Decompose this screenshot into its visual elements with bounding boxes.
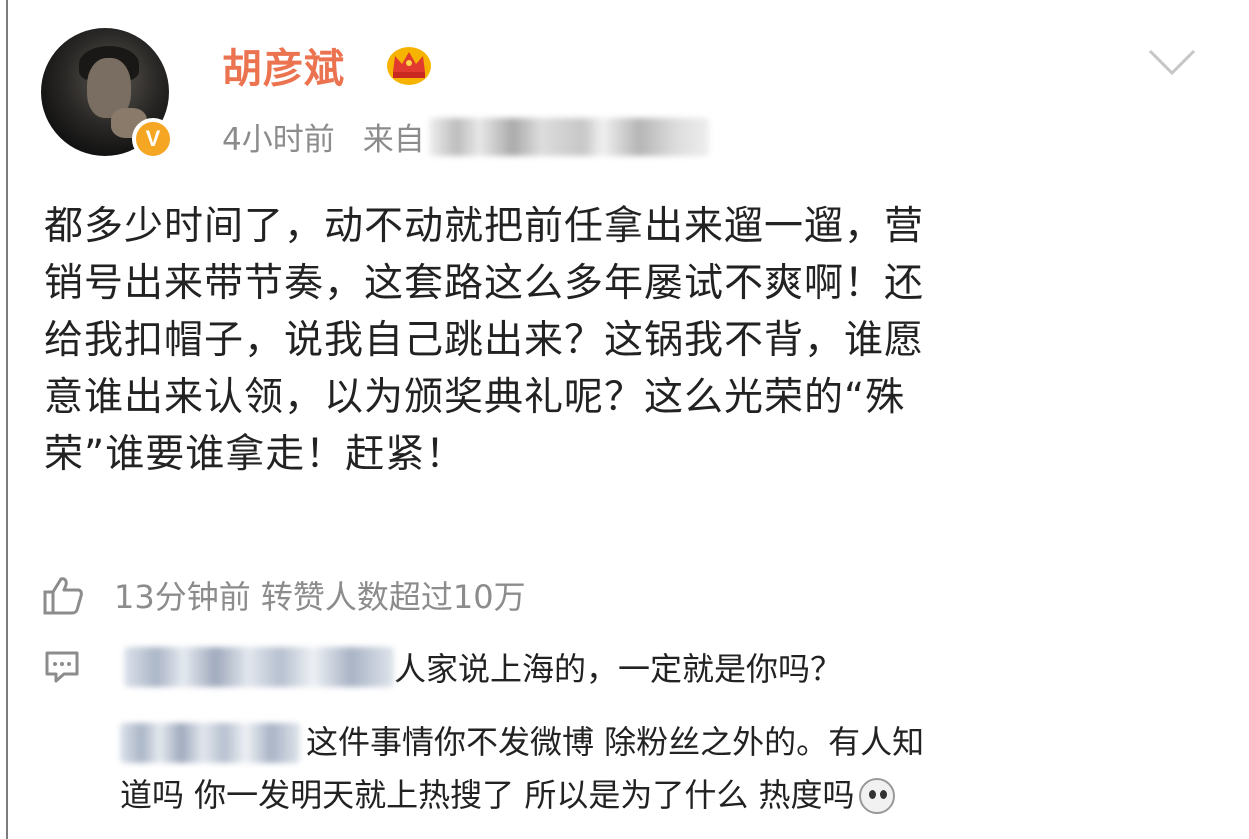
left-frame-line xyxy=(6,0,8,839)
post-line: 荣”谁要谁拿走！赶紧！ xyxy=(44,432,466,477)
post-meta: 4小时前 来自 xyxy=(222,114,709,159)
comment-text: 这件事情你不发微博 除粉丝之外的。有人知 xyxy=(306,723,925,761)
post-body: 都多少时间了，动不动就把前任拿出来遛一遛，营 销号出来带节奏，这套路这么多年屡试… xyxy=(44,198,1194,483)
post-line: 都多少时间了，动不动就把前任拿出来遛一遛，营 xyxy=(44,204,925,249)
comment-text: 人家说上海的，一定就是你吗？ xyxy=(394,650,843,688)
commenter-name-blurred xyxy=(120,722,300,763)
username[interactable]: 胡彦斌 xyxy=(222,36,345,94)
like-row: 13分钟前 转赞人数超过10万 xyxy=(42,572,526,618)
post-line: 意谁出来认领，以为颁奖典礼呢？这么光荣的“殊 xyxy=(44,375,906,420)
thumbs-up-icon[interactable] xyxy=(42,575,84,615)
verified-badge-icon: V xyxy=(132,118,174,160)
comment-icon[interactable] xyxy=(44,650,80,684)
like-status-text: 13分钟前 转赞人数超过10万 xyxy=(114,578,526,616)
post-source-blurred xyxy=(428,117,709,156)
post-line: 给我扣帽子，说我自己跳出来？这锅我不背，谁愿 xyxy=(44,318,925,363)
post-source-label: 来自 xyxy=(362,122,425,158)
crown-icon xyxy=(387,47,431,85)
post-line: 销号出来带节奏，这套路这么多年屡试不爽啊！还 xyxy=(44,261,925,306)
commenter-name-blurred xyxy=(124,647,394,687)
post-time: 4小时前 xyxy=(222,122,335,158)
comment-item: 人家说上海的，一定就是你吗？ xyxy=(44,644,842,690)
emoji-icon xyxy=(858,777,895,814)
chevron-down-icon[interactable] xyxy=(1148,48,1196,76)
comment-text: 道吗 你一发明天就上热搜了 所以是为了什么 热度吗 xyxy=(120,776,855,814)
comment-item: 这件事情你不发微博 除粉丝之外的。有人知 道吗 你一发明天就上热搜了 所以是为了… xyxy=(120,716,1200,822)
